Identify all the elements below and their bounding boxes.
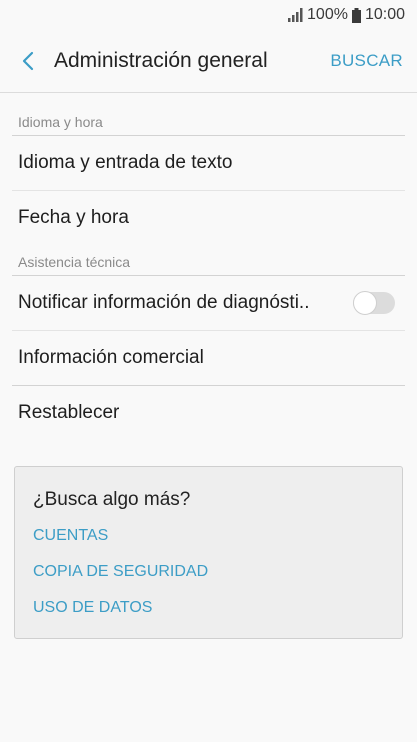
toggle-knob — [353, 291, 377, 315]
link-uso-datos[interactable]: USO DE DATOS — [33, 597, 384, 633]
list-item-fecha-hora[interactable]: Fecha y hora — [0, 191, 417, 245]
more-card-title: ¿Busca algo más? — [33, 489, 191, 510]
list-item-label: Idioma y entrada de texto — [18, 152, 233, 173]
list-item-idioma-entrada[interactable]: Idioma y entrada de texto — [0, 136, 417, 190]
section-idioma-hora: Idioma y hora Idioma y entrada de texto … — [0, 93, 417, 245]
clock: 10:00 — [364, 6, 405, 23]
signal-icon — [288, 8, 303, 22]
status-bar: 100% 10:00 — [0, 0, 417, 30]
search-button[interactable]: BUSCAR — [330, 51, 403, 71]
list-item-label: Información comercial — [18, 347, 204, 368]
list-item-label: Restablecer — [18, 402, 120, 423]
list-item-label: Fecha y hora — [18, 207, 129, 228]
app-bar: Administración general BUSCAR — [0, 30, 417, 92]
list-item-informacion-comercial[interactable]: Información comercial — [0, 331, 417, 385]
link-copia-seguridad[interactable]: COPIA DE SEGURIDAD — [33, 561, 384, 597]
section-header: Asistencia técnica — [18, 254, 131, 270]
list-item-notificar-diagnostico[interactable]: Notificar información de diagnósti.. — [0, 276, 417, 330]
list-item-restablecer[interactable]: Restablecer — [0, 386, 417, 440]
section-asistencia-tecnica: Asistencia técnica Notificar información… — [0, 245, 417, 440]
page-title: Administración general — [54, 49, 268, 72]
back-button[interactable] — [8, 41, 48, 81]
link-cuentas[interactable]: CUENTAS — [33, 525, 384, 561]
more-suggestions-card: ¿Busca algo más? CUENTAS COPIA DE SEGURI… — [14, 466, 403, 639]
battery-icon — [351, 7, 361, 23]
chevron-left-icon — [22, 51, 34, 71]
section-header: Idioma y hora — [18, 114, 103, 130]
battery-percentage: 100% — [307, 6, 348, 23]
list-item-label: Notificar información de diagnósti.. — [18, 292, 310, 313]
diagnostic-toggle[interactable] — [353, 291, 395, 315]
